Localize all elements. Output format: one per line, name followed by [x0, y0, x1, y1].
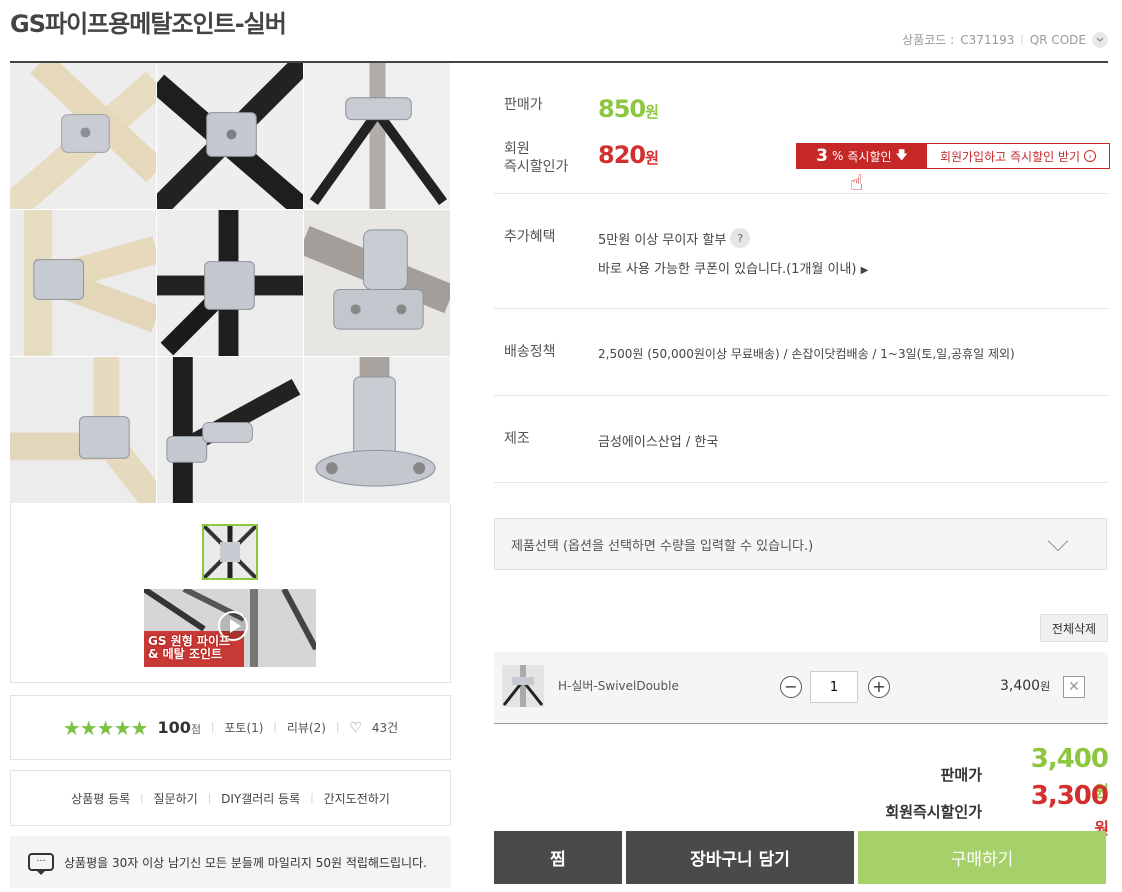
joint-image-beige-corner — [10, 210, 157, 357]
joint-image-beige-tee — [10, 63, 157, 210]
remove-option-close-icon[interactable]: ✕ — [1063, 676, 1085, 698]
sale-price-label: 판매가 — [504, 97, 543, 113]
like-count: 43건 — [371, 721, 399, 735]
benefit-section: 추가혜택 5만원 이상 무이자 할부 ? 바로 사용 가능한 쿠폰이 있습니다.… — [494, 194, 1108, 309]
product-code-value: C371193 — [960, 32, 1015, 47]
option-price: 3,400원 — [1000, 678, 1051, 694]
joint-image-black-swivel — [157, 357, 304, 504]
video-caption: GS 원형 파이프 & 메탈 조인트 — [148, 634, 231, 661]
product-main-image[interactable] — [10, 63, 451, 504]
joint-image-floor-flange — [304, 357, 451, 504]
chevron-down-icon — [1047, 530, 1069, 552]
divider: | — [273, 722, 277, 733]
benefit-label: 추가혜택 — [504, 229, 556, 245]
shipping-section: 배송정책 2,500원 (50,000원이상 무료배송) / 손잡이닷컴배송 /… — [494, 309, 1108, 396]
chevron-down-icon[interactable] — [1092, 31, 1108, 48]
rating-stars-icon: ★★★★★ — [62, 715, 149, 740]
option-thumbnail — [502, 665, 544, 707]
mileage-notice: ··· 상품평을 30자 이상 남기신 모든 분들께 마일리지 50원 적립해드… — [10, 836, 451, 888]
quantity-input[interactable] — [810, 671, 858, 703]
divider: | — [310, 792, 314, 804]
member-price: 820원 — [598, 141, 659, 169]
instant-discount-button[interactable]: 3% 즉시할인 🡇 — [797, 144, 927, 168]
join-discount-button[interactable]: 회원가입하고 즉시할인 받기 › — [927, 144, 1109, 168]
buy-now-button[interactable]: 구매하기 — [858, 831, 1106, 884]
help-icon[interactable]: ? — [730, 228, 751, 248]
joint-image-swivel — [304, 63, 451, 210]
product-code-label: 상품코드 : — [902, 33, 955, 47]
shipping-value: 2,500원 (50,000원이상 무료배송) / 손잡이닷컴배송 / 1~3일… — [598, 347, 1015, 361]
price-section: 판매가 850원 회원 즉시할인가 820원 3% 즉시할인 🡇 회원가입하고 즉… — [494, 63, 1110, 196]
option-select[interactable]: 제품선택 (옵션을 선택하면 수량을 입력할 수 있습니다.) — [494, 518, 1107, 570]
circle-arrow-right-icon: › — [1084, 150, 1097, 162]
maker-label: 제조 — [504, 431, 530, 447]
selected-option-row: H-실버-SwivelDouble − + 3,400원 ✕ — [494, 652, 1108, 724]
joint-image-beige-3way — [10, 357, 157, 504]
wishlist-button[interactable]: 찜 — [494, 831, 622, 884]
divider: | — [1020, 34, 1024, 45]
community-actions: 상품평 등록 | 질문하기 | DIY갤러리 등록 | 간지도전하기 — [10, 770, 451, 826]
maker-section: 제조 금성에이스산업 / 한국 — [494, 396, 1108, 483]
rating-score: 100점 — [157, 718, 201, 737]
maker-value: 금성에이스산업 / 한국 — [598, 435, 719, 450]
joint-image-wall-bracket — [304, 210, 451, 357]
divider: | — [140, 792, 144, 804]
discount-badge: 3% 즉시할인 🡇 회원가입하고 즉시할인 받기 › — [796, 143, 1110, 169]
member-price-label: 회원 즉시할인가 — [504, 141, 569, 175]
diy-gallery-link[interactable]: DIY갤러리 등록 — [221, 790, 300, 807]
review-summary: ★★★★★ 100점 | 포토(1) | 리뷰(2) | ♡ 43건 — [10, 695, 451, 760]
total-member-label: 회원즉시할인가 — [885, 802, 982, 821]
triangle-right-icon: ▶ — [860, 265, 869, 276]
divider: | — [211, 722, 215, 733]
write-review-link[interactable]: 상품평 등록 — [71, 790, 130, 807]
sale-price: 850원 — [598, 95, 659, 123]
thumbnail-selected[interactable] — [202, 524, 258, 580]
quantity-increase-button[interactable]: + — [868, 676, 890, 698]
chat-bubble-icon: ··· — [28, 853, 54, 875]
page-title: GS파이프용메탈조인트-실버 — [10, 10, 287, 38]
coupon-link[interactable]: 바로 사용 가능한 쿠폰이 있습니다.(1개월 이내) ▶ — [598, 258, 868, 277]
divider: | — [207, 792, 212, 804]
challenge-link[interactable]: 간지도전하기 — [324, 790, 390, 807]
installment-info: 5만원 이상 무이자 할부 ? — [598, 228, 751, 248]
thumbnail-video[interactable]: GS 원형 파이프 & 메탈 조인트 — [144, 589, 316, 667]
divider: | — [335, 722, 340, 733]
product-code-bar: 상품코드 : C371193 | QR CODE — [902, 31, 1108, 48]
arrow-down-icon: 🡇 — [895, 147, 908, 162]
qr-code-label[interactable]: QR CODE — [1030, 33, 1086, 47]
joint-image-black-cross — [157, 63, 304, 210]
option-select-placeholder: 제품선택 (옵션을 선택하면 수량을 입력할 수 있습니다.) — [511, 538, 814, 554]
joint-image-black-5way — [157, 210, 304, 357]
add-to-cart-button[interactable]: 장바구니 담기 — [626, 831, 854, 884]
photo-review-link[interactable]: 포토(1) — [224, 719, 263, 736]
product-info: 판매가 850원 회원 즉시할인가 820원 3% 즉시할인 🡇 회원가입하고 즉… — [494, 63, 1110, 483]
review-link[interactable]: 리뷰(2) — [287, 719, 326, 736]
pointer-hand-icon: ☝ — [850, 171, 864, 196]
ask-question-link[interactable]: 질문하기 — [154, 790, 198, 807]
notice-text: 상품평을 30자 이상 남기신 모든 분들께 마일리지 50원 적립해드립니다. — [64, 855, 427, 870]
option-name: H-실버-SwivelDouble — [558, 679, 679, 693]
shipping-label: 배송정책 — [504, 344, 556, 360]
delete-all-button[interactable]: 전체삭제 — [1040, 614, 1108, 642]
quantity-decrease-button[interactable]: − — [780, 676, 802, 698]
heart-icon[interactable]: ♡ — [349, 720, 362, 736]
